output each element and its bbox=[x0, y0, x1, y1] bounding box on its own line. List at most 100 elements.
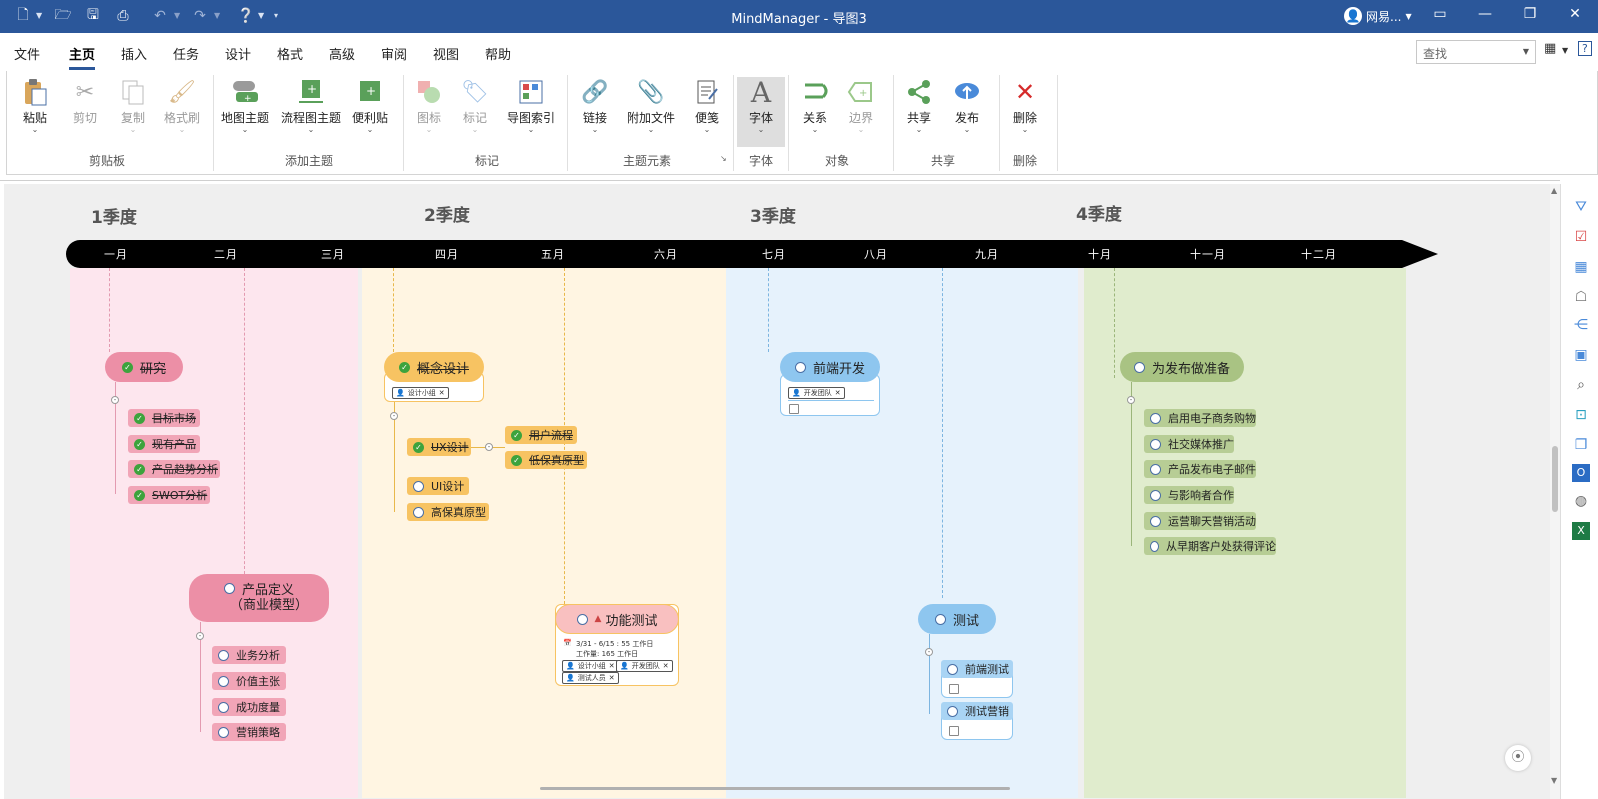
subtopic[interactable]: 社交媒体推广 bbox=[1144, 435, 1234, 453]
format-painter-button[interactable]: 🖌 格式刷 ⌄ bbox=[159, 77, 205, 134]
filter-icon[interactable]: ⛛ bbox=[1572, 198, 1590, 216]
web-icon[interactable]: ◍ bbox=[1572, 492, 1590, 510]
scroll-down-icon[interactable]: ▼ bbox=[1551, 776, 1557, 785]
map-topic-button[interactable]: + 地图主题 ⌄ bbox=[219, 77, 271, 134]
help-icon[interactable]: ? bbox=[1578, 41, 1592, 56]
tab-home[interactable]: 主页 bbox=[69, 44, 95, 63]
topic-testing[interactable]: 测试 bbox=[918, 604, 996, 634]
subtopic[interactable]: ✓ SWOT分析 bbox=[128, 486, 210, 504]
subtopic[interactable]: 营销策略 bbox=[212, 723, 286, 741]
subtopic[interactable]: ✓ 目标市场 bbox=[128, 409, 200, 427]
link-button[interactable]: 🔗 链接 ⌄ bbox=[575, 77, 615, 134]
tab-design[interactable]: 设计 bbox=[225, 44, 251, 63]
publish-button[interactable]: 发布 ⌄ bbox=[947, 77, 987, 134]
collapse-icon[interactable]: - bbox=[390, 412, 398, 420]
subtopic[interactable]: 与影响者合作 bbox=[1144, 486, 1234, 504]
resource-tag[interactable]: 👤 测试人员 ✕ bbox=[562, 672, 619, 684]
topic-functional-test[interactable]: ▲ 功能测试 bbox=[555, 604, 679, 634]
remove-icon[interactable]: ✕ bbox=[609, 674, 615, 682]
topic-product-definition[interactable]: 产品定义 （商业模型） bbox=[189, 574, 329, 622]
subtopic-ui[interactable]: UI设计 bbox=[407, 477, 469, 495]
remove-icon[interactable]: ✕ bbox=[663, 662, 669, 670]
tab-task[interactable]: 任务 bbox=[173, 44, 199, 63]
capture-icon[interactable]: ⊡ bbox=[1572, 406, 1590, 424]
collapse-icon[interactable]: - bbox=[485, 443, 493, 451]
remove-icon[interactable]: ✕ bbox=[835, 389, 841, 397]
resource-tag[interactable]: 👤 设计小组 ✕ bbox=[562, 660, 619, 672]
tab-insert[interactable]: 插入 bbox=[121, 44, 147, 63]
tab-advanced[interactable]: 高级 bbox=[329, 44, 355, 63]
tag-button[interactable]: 🏷 标记 ⌄ bbox=[457, 77, 493, 134]
subtopic[interactable]: ✓ 用户流程 bbox=[505, 426, 577, 444]
subtopic[interactable]: 启用电子商务购物 bbox=[1144, 409, 1256, 427]
search-icon[interactable]: ⌕ bbox=[1572, 376, 1590, 394]
minimize-button[interactable]: — bbox=[1470, 6, 1500, 26]
topic-research[interactable]: ✓ 研究 bbox=[105, 352, 183, 382]
icon-marker-button[interactable]: 图标 ⌄ bbox=[411, 77, 447, 134]
note-icon[interactable] bbox=[789, 404, 799, 414]
remove-icon[interactable]: ✕ bbox=[439, 389, 445, 397]
ribbon-display-icon[interactable]: ▭ bbox=[1425, 6, 1455, 26]
search-input[interactable]: 查找 ▼ bbox=[1416, 40, 1536, 64]
share-button[interactable]: 共享 ⌄ bbox=[899, 77, 939, 134]
cut-button[interactable]: ✂ 剪切 bbox=[65, 77, 105, 126]
chevron-down-icon[interactable]: ▼ bbox=[1523, 47, 1529, 56]
restore-button[interactable]: ❐ bbox=[1515, 6, 1545, 26]
remove-icon[interactable]: ✕ bbox=[609, 662, 615, 670]
tab-help[interactable]: 帮助 bbox=[485, 44, 511, 63]
scroll-up-icon[interactable]: ▲ bbox=[1551, 186, 1557, 195]
close-button[interactable]: ✕ bbox=[1560, 6, 1590, 26]
delete-button[interactable]: ✕ 删除 ⌄ bbox=[1005, 77, 1045, 134]
outlook-icon[interactable]: O bbox=[1572, 464, 1590, 482]
user-account[interactable]: 👤 网易... ▼ bbox=[1344, 7, 1412, 25]
scroll-thumb[interactable] bbox=[1552, 446, 1558, 512]
horizontal-scrollbar[interactable] bbox=[540, 787, 1010, 790]
vertical-scrollbar[interactable]: ▲ ▼ bbox=[1550, 184, 1560, 799]
tab-view[interactable]: 视图 bbox=[433, 44, 459, 63]
resource-icon[interactable]: ☖ bbox=[1572, 288, 1590, 306]
tab-file[interactable]: 文件 bbox=[14, 44, 40, 63]
image-icon[interactable]: ▣ bbox=[1572, 346, 1590, 364]
collapse-icon[interactable]: - bbox=[111, 396, 119, 404]
sticky-note-button[interactable]: + 便利贴 ⌄ bbox=[347, 77, 393, 134]
subtopic-ux[interactable]: ✓ UX设计 bbox=[407, 438, 471, 456]
subtopic[interactable]: ✓ 低保真原型 bbox=[505, 451, 587, 469]
multi-map-icon[interactable]: ❐ bbox=[1572, 436, 1590, 454]
subtopic[interactable]: 产品发布电子邮件 bbox=[1144, 460, 1256, 478]
resource-tag[interactable]: 👤 开发团队 ✕ bbox=[788, 387, 845, 399]
subtopic[interactable]: 业务分析 bbox=[212, 646, 286, 664]
resource-tag[interactable]: 👤 开发团队 ✕ bbox=[616, 660, 673, 672]
excel-icon[interactable]: X bbox=[1572, 522, 1590, 540]
relationship-button[interactable]: 关系 ⌄ bbox=[795, 77, 835, 134]
boundary-button[interactable]: + 边界 ⌄ bbox=[841, 77, 881, 134]
font-button[interactable]: A 字体 ⌄ bbox=[737, 76, 785, 147]
note-icon[interactable] bbox=[949, 726, 959, 736]
dialog-launcher-icon[interactable]: ↘ bbox=[720, 154, 727, 163]
task-icon[interactable]: ☑ bbox=[1572, 228, 1590, 246]
locate-icon[interactable]: ⦿ bbox=[1505, 745, 1531, 771]
resource-tag[interactable]: 👤 设计小组 ✕ bbox=[392, 387, 449, 399]
subtopic[interactable]: 价值主张 bbox=[212, 672, 286, 690]
subtopic[interactable]: 前端测试 bbox=[941, 660, 1013, 678]
subtopic[interactable]: 从早期客户处获得评论 bbox=[1144, 537, 1276, 555]
topic-launch-prep[interactable]: 为发布做准备 bbox=[1120, 352, 1244, 382]
map-parts-icon[interactable]: ⋲ bbox=[1572, 316, 1590, 334]
collapse-icon[interactable]: - bbox=[1127, 396, 1135, 404]
collapse-icon[interactable]: - bbox=[196, 632, 204, 640]
subtopic[interactable]: ✓ 现有产品 bbox=[128, 435, 200, 453]
attach-file-button[interactable]: 📎 附加文件 ⌄ bbox=[621, 77, 681, 134]
collapse-icon[interactable]: - bbox=[925, 648, 933, 656]
map-index-button[interactable]: 导图索引 ⌄ bbox=[503, 77, 559, 134]
topic-concept-design[interactable]: ✓ 概念设计 bbox=[384, 352, 484, 382]
subtopic[interactable]: 运营聊天营销活动 bbox=[1144, 512, 1256, 530]
subtopic-hifi[interactable]: 高保真原型 bbox=[407, 503, 489, 521]
copy-button[interactable]: 复制 ⌄ bbox=[113, 77, 153, 134]
map-canvas[interactable]: 1季度 2季度 3季度 4季度 一月 二月 三月 四月 五月 六月 七月 八月 … bbox=[4, 184, 1557, 799]
topic-frontend-dev[interactable]: 前端开发 bbox=[780, 352, 880, 382]
note-icon[interactable] bbox=[949, 684, 959, 694]
subtopic[interactable]: 测试营销 bbox=[941, 702, 1013, 720]
flowchart-topic-button[interactable]: + 流程图主题 ⌄ bbox=[279, 77, 343, 134]
chevron-down-icon[interactable]: ▼ bbox=[1562, 46, 1568, 55]
tab-review[interactable]: 审阅 bbox=[381, 44, 407, 63]
layout-icon[interactable]: ▦ bbox=[1544, 41, 1556, 56]
